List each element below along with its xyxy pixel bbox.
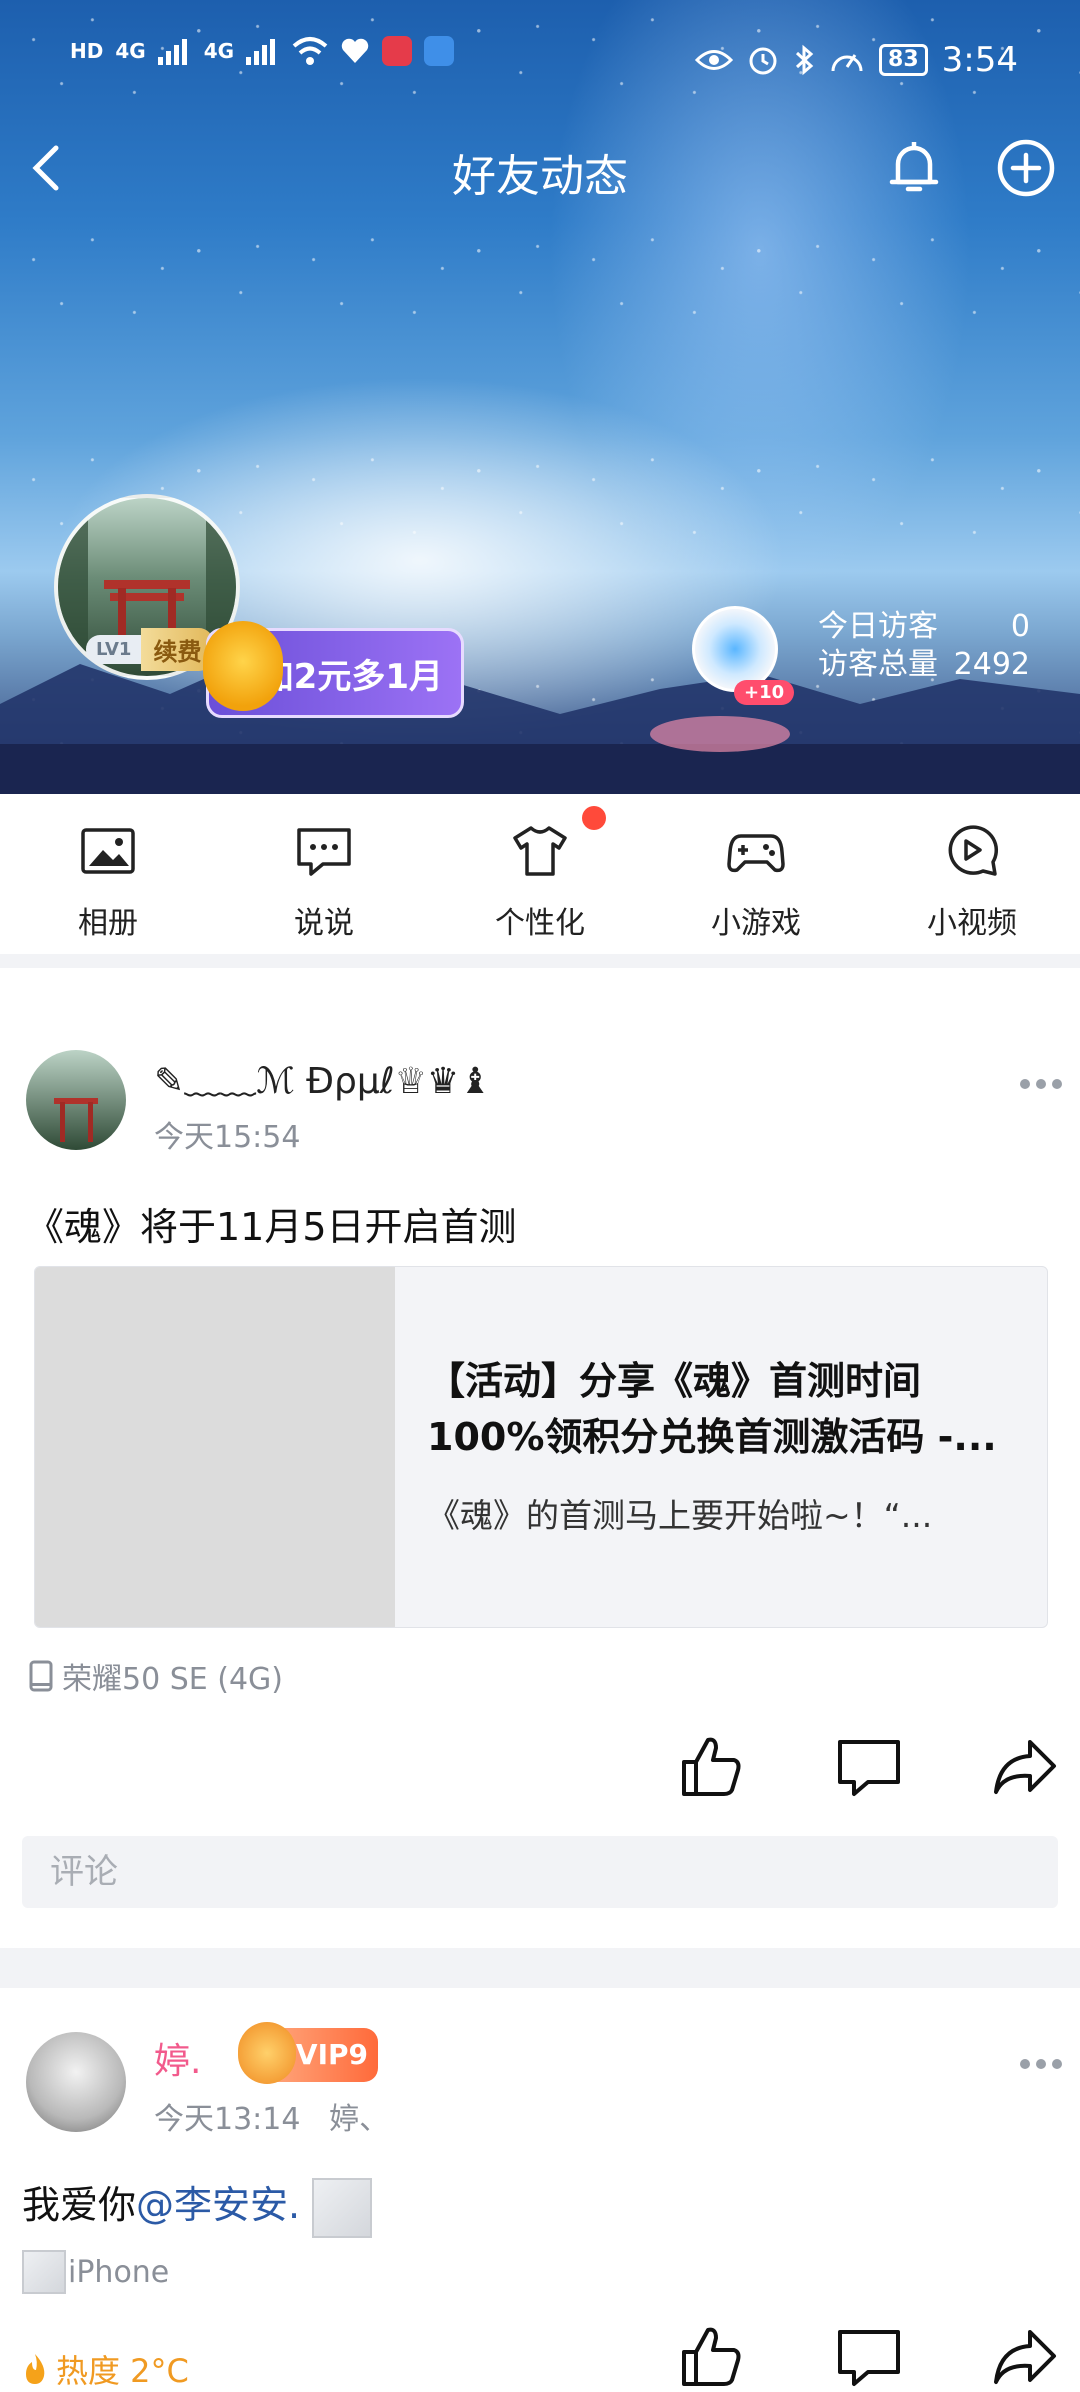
nav-item-videos[interactable]: 小视频 [864,794,1080,954]
health-icon [341,38,369,63]
post-content: 我爱你@李安安. [22,2174,373,2238]
share-icon[interactable] [990,2322,1060,2392]
card-title-line2: 100%领积分兑换首测激活码 -... [427,1415,997,1459]
chat-bubble-icon [297,828,351,876]
post-sub-text: 婷、 [329,2102,390,2137]
post-time-text: 今天13:14 [154,2102,301,2137]
post-text-prefix: 我爱你 [22,2183,137,2227]
browser-app-icon [424,36,455,66]
torii-gate-image [54,1098,98,1142]
link-share-card[interactable]: 【活动】分享《魂》首测时间 100%领积分兑换首测激活码 -... 《魂》的首测马… [34,1266,1048,1628]
nav-label: 小游戏 [711,906,801,941]
notification-dot [582,806,606,830]
flame-icon [26,2354,45,2384]
visitors-today-value: 0 [1010,609,1030,644]
nav-item-personalize[interactable]: 个性化 [432,794,648,954]
vip-label: VIP9 [295,2038,368,2071]
device-label: 荣耀50 SE (4G) [62,1662,283,1697]
status-left: HD 4G 4G [70,36,455,66]
post-author-avatar[interactable] [26,1050,126,1150]
alarm-icon [749,47,777,75]
comment-icon[interactable] [834,1732,904,1802]
nav-item-moments[interactable]: 说说 [216,794,432,954]
signal-icon [157,39,187,65]
visitor-stats[interactable]: 今日访客 0 访客总量 2492 [818,608,1030,684]
broken-image-icon [22,2250,66,2294]
more-options-icon[interactable] [1018,2054,1064,2074]
bell-icon[interactable] [880,134,948,202]
wifi-icon [292,37,328,65]
visitors-total-row: 访客总量 2492 [818,646,1030,684]
nav-label: 相册 [78,906,138,941]
vip-badge[interactable]: VIP9 [238,2022,378,2084]
level-row[interactable]: LV1 续费 [86,628,214,671]
broken-image-icon [312,2177,373,2238]
vip-promo-banner[interactable]: 加2元多1月 [203,621,464,718]
promo-label: 加2元多1月 [259,656,443,697]
mascot-icon [203,621,283,711]
nav-item-album[interactable]: 相册 [0,794,216,954]
network-label-1: 4G [115,39,146,63]
device-label: iPhone [68,2254,170,2290]
card-thumbnail [35,1267,395,1627]
app-header: 好友动态 [0,120,1080,220]
comment-icon[interactable] [834,2322,904,2392]
post-time: 今天13:14 婷、 [154,2094,389,2138]
bluetooth-icon [795,44,814,76]
book-app-icon [382,36,413,66]
heat-label: 热度 2°C [56,2352,189,2390]
card-title: 【活动】分享《魂》首测时间 100%领积分兑换首测激活码 -... [427,1353,1027,1465]
comment-input[interactable]: 评论 [22,1836,1058,1908]
visitors-total-value: 2492 [953,647,1030,682]
card-title-line1: 【活动】分享《魂》首测时间 [427,1359,922,1403]
gamepad-icon [727,834,785,873]
nav-label: 个性化 [495,906,585,941]
share-icon[interactable] [990,1732,1060,1802]
nav-label: 说说 [294,906,354,941]
section-divider [0,954,1080,968]
battery-level: 83 [879,44,928,76]
eye-icon [695,50,734,70]
visitor-increment-badge: +10 [734,680,795,705]
post-device: iPhone [22,2250,169,2294]
visitors-today-label: 今日访客 [818,609,938,644]
tiger-icon [238,2022,296,2084]
level-badge: LV1 [86,635,142,664]
mention-link[interactable]: @李安安. [136,2183,300,2227]
like-icon[interactable] [676,1732,746,1802]
like-icon[interactable] [676,2322,746,2392]
post-device: 荣耀50 SE (4G) [28,1654,283,1698]
feature-nav: 相册 说说 个性化 小游戏 小视频 [0,794,1080,954]
video-play-icon [948,825,999,876]
post-author-name[interactable]: ✎﹏﹏ℳ Ɖρμℓ♕♛♝ [154,1052,491,1104]
nav-label: 小视频 [927,906,1017,941]
visitors-total-label: 访客总量 [818,647,938,682]
signal-icon-2 [246,39,276,65]
section-divider [0,1948,1080,1988]
status-bar: HD 4G 4G 83 3:54 [0,0,1080,120]
post-author-avatar[interactable] [26,2032,126,2132]
status-right: 83 3:54 [695,40,1018,80]
phone-icon [29,1660,53,1692]
post-content: 《魂》将于11月5日开启首测 [26,1205,517,1249]
more-options-icon[interactable] [1018,1074,1064,1094]
speed-icon [831,54,863,72]
nav-item-games[interactable]: 小游戏 [648,794,864,954]
card-description: 《魂》的首测马上要开始啦~！“... [427,1496,933,1535]
plus-circle-icon[interactable] [992,134,1060,202]
visitors-today-row: 今日访客 0 [818,608,1030,646]
tshirt-icon [513,826,567,876]
photo-album-icon [81,828,135,874]
clock: 3:54 [941,40,1018,80]
hd-label: HD [70,39,104,63]
heat-indicator: 热度 2°C [22,2346,189,2392]
network-label-2: 4G [203,39,235,63]
post-time: 今天15:54 [154,1120,301,1155]
post-author-name[interactable]: 婷. [154,2032,201,2084]
